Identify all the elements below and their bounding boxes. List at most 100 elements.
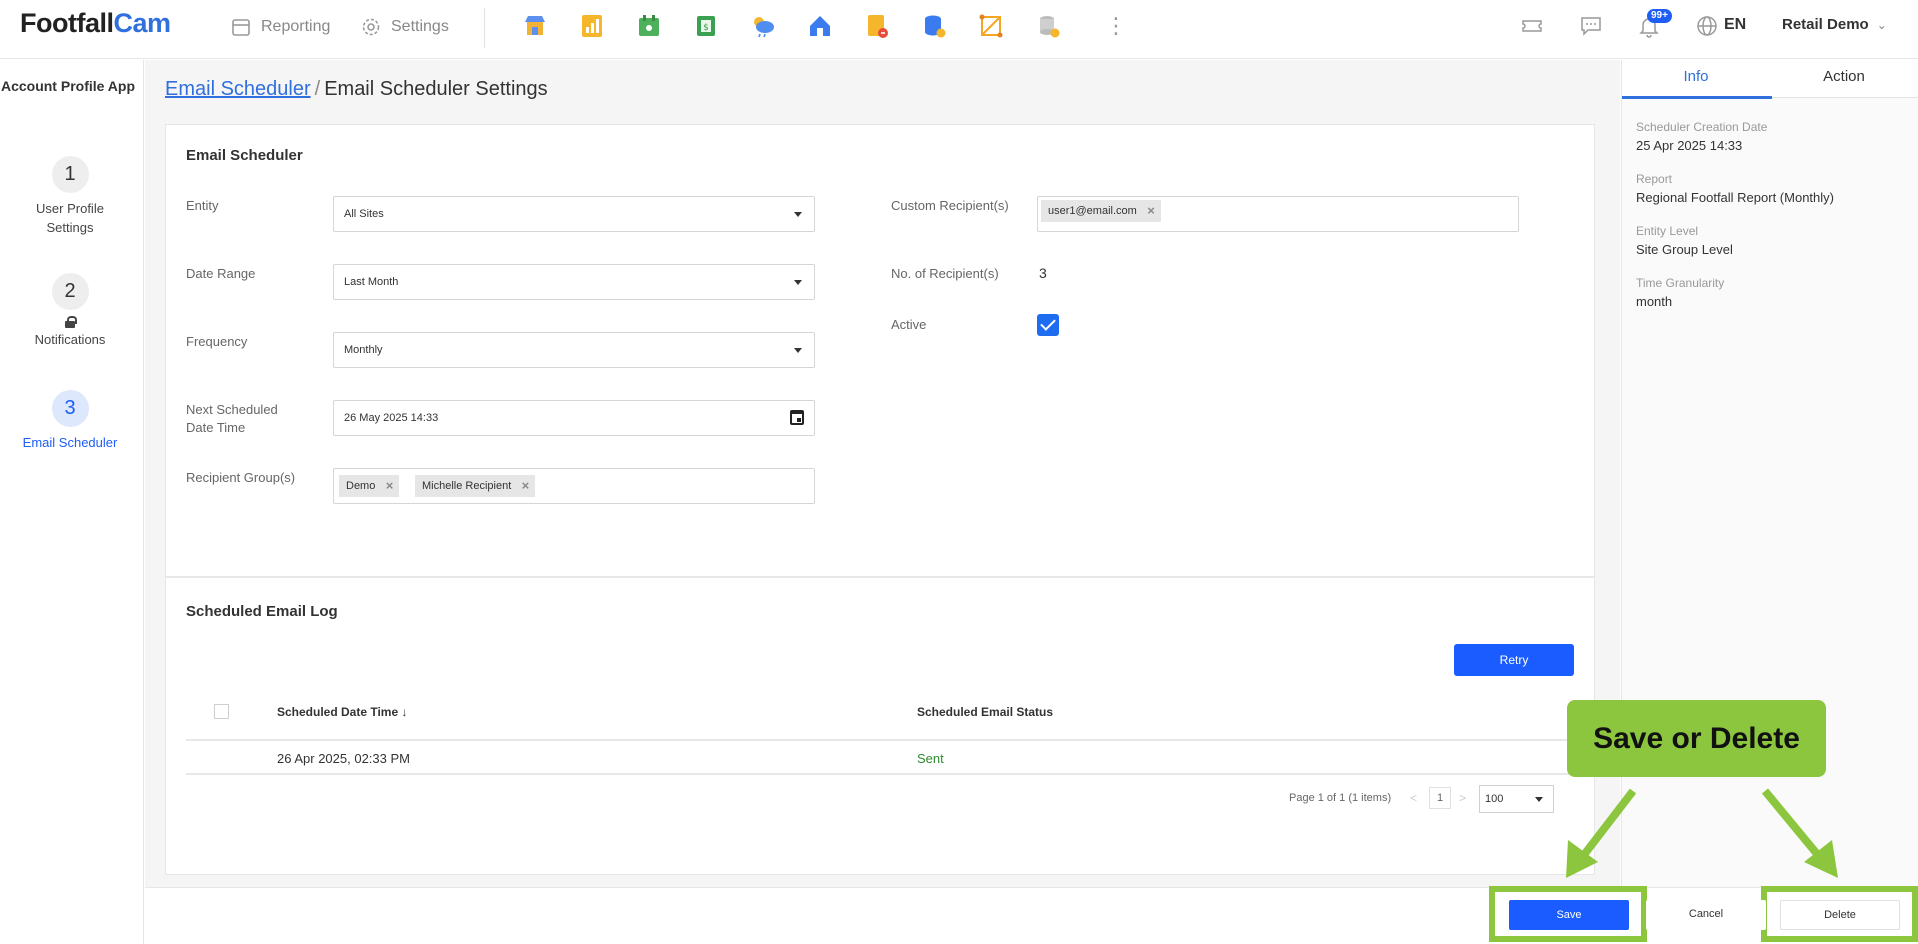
entity-select[interactable]: All Sites (333, 196, 815, 232)
footfallcam-logo[interactable]: FootfallCam (20, 8, 171, 39)
date-range-select[interactable]: Last Month (333, 264, 815, 300)
email-scheduler-section: Email Scheduler Entity All Sites Date Ra… (166, 125, 1594, 578)
retry-button[interactable]: Retry (1454, 644, 1574, 676)
row-scheduled-datetime: 26 Apr 2025, 02:33 PM (277, 751, 410, 766)
chat-icon[interactable] (1579, 14, 1603, 38)
section-title: Email Scheduler (186, 147, 303, 164)
dropdown-caret-icon (1535, 797, 1543, 802)
entity-label: Entity (186, 198, 219, 213)
next-scheduled-datetime-input[interactable]: 26 May 2025 14:33 (333, 400, 815, 436)
notification-badge: 99+ (1647, 9, 1672, 23)
app-shortcuts: $ (522, 13, 1061, 39)
pager-summary: Page 1 of 1 (1 items) (1289, 792, 1392, 804)
page-number-button[interactable]: 1 (1429, 787, 1451, 809)
language-selector[interactable]: EN (1724, 16, 1746, 34)
num-recipients-value: 3 (1039, 265, 1047, 281)
custom-recipient-tag: user1@email.com × (1041, 200, 1161, 222)
page-prev-button[interactable]: < (1410, 791, 1417, 805)
nav-reporting[interactable]: Reporting (230, 16, 330, 38)
nav-divider (484, 8, 485, 48)
row-email-status: Sent (917, 751, 944, 766)
select-all-checkbox[interactable] (214, 704, 229, 719)
tab-info[interactable]: Info (1622, 68, 1770, 85)
database-app-icon[interactable] (921, 13, 947, 39)
dropdown-caret-icon (794, 212, 802, 217)
page-title: Email Scheduler Settings (324, 78, 548, 100)
nav-settings[interactable]: Settings (360, 16, 449, 38)
dropdown-caret-icon (794, 348, 802, 353)
step-label: User Profile Settings (36, 201, 104, 235)
date-range-label: Date Range (186, 266, 256, 281)
delete-button[interactable]: Delete (1780, 900, 1900, 930)
ticket-icon[interactable] (1520, 14, 1544, 38)
top-bar: FootfallCam Reporting Settings $ ⋮ 99+ E… (0, 0, 1918, 59)
table-row-divider (186, 773, 1574, 775)
data-storage-app-icon[interactable] (1035, 13, 1061, 39)
cancel-button[interactable]: Cancel (1646, 900, 1766, 930)
calendar-icon[interactable] (790, 410, 804, 425)
recipient-groups-label: Recipient Group(s) (186, 470, 296, 485)
user-menu[interactable]: Retail Demo ⌄ (1782, 16, 1887, 33)
info-label: Entity Level (1636, 224, 1699, 238)
num-recipients-label: No. of Recipient(s) (891, 266, 999, 281)
globe-icon[interactable] (1695, 14, 1719, 38)
page-next-button[interactable]: > (1459, 791, 1466, 805)
breadcrumb: Email Scheduler / Email Scheduler Settings (165, 78, 548, 101)
recipient-group-tag: Michelle Recipient × (415, 475, 536, 497)
save-button[interactable]: Save (1509, 900, 1629, 930)
step-number: 1 (51, 156, 89, 193)
weather-app-icon[interactable] (750, 13, 776, 39)
step-user-profile-settings[interactable]: 1 User Profile Settings (0, 156, 140, 237)
log-section-title: Scheduled Email Log (186, 603, 338, 620)
sales-app-icon[interactable]: $ (693, 13, 719, 39)
calendar-icon (232, 19, 250, 36)
active-checkbox[interactable] (1037, 314, 1059, 336)
active-label: Active (891, 317, 927, 332)
analytics-app-icon[interactable] (579, 13, 605, 39)
scheduler-card: Email Scheduler Entity All Sites Date Ra… (165, 124, 1595, 875)
column-header-scheduled-datetime[interactable]: Scheduled Date Time ↓ (277, 705, 407, 719)
floorplan-app-icon[interactable] (978, 13, 1004, 39)
table-header-divider (186, 739, 1574, 741)
step-number: 2 (51, 273, 89, 310)
document-alert-app-icon[interactable] (864, 13, 890, 39)
info-label: Report (1636, 172, 1673, 186)
event-calendar-app-icon[interactable] (636, 13, 662, 39)
recipient-groups-input[interactable]: Demo × Michelle Recipient × (333, 468, 815, 504)
step-number: 3 (51, 390, 89, 427)
step-notifications[interactable]: 2 Notifications (0, 273, 140, 349)
custom-recipients-input[interactable]: user1@email.com × (1037, 196, 1519, 232)
sidebar-title: Account Profile App (0, 78, 136, 94)
home-app-icon[interactable] (807, 13, 833, 39)
page-size-select[interactable]: 100 (1479, 785, 1554, 813)
frequency-select[interactable]: Monthly (333, 332, 815, 368)
step-label: Email Scheduler (22, 435, 118, 450)
next-scheduled-label: Next Scheduled Date Time (186, 402, 278, 435)
main-content: Email Scheduler / Email Scheduler Settings… (145, 60, 1620, 887)
info-tabs: Info Action (1622, 60, 1918, 99)
recipient-group-tag: Demo × (339, 475, 400, 497)
store-app-icon[interactable] (522, 13, 548, 39)
step-email-scheduler[interactable]: 3 Email Scheduler (0, 390, 140, 452)
remove-tag-icon[interactable]: × (386, 475, 394, 497)
column-header-email-status[interactable]: Scheduled Email Status (917, 705, 1053, 719)
info-value: Site Group Level (1636, 242, 1733, 257)
lock-icon (65, 316, 77, 328)
more-apps-icon[interactable]: ⋮ (1105, 14, 1127, 38)
gear-icon (362, 18, 380, 36)
step-label: Notifications (34, 332, 106, 347)
breadcrumb-link-email-scheduler[interactable]: Email Scheduler (165, 78, 311, 100)
info-value: month (1636, 294, 1673, 309)
svg-text:$: $ (703, 23, 709, 33)
dropdown-caret-icon (794, 280, 802, 285)
frequency-label: Frequency (186, 334, 248, 349)
info-value: Regional Footfall Report (Monthly) (1636, 190, 1834, 205)
tab-action[interactable]: Action (1770, 68, 1918, 85)
breadcrumb-separator: / (314, 78, 321, 100)
remove-tag-icon[interactable]: × (522, 475, 530, 497)
remove-tag-icon[interactable]: × (1147, 200, 1155, 222)
active-tab-indicator (1622, 96, 1772, 99)
save-or-delete-callout: Save or Delete (1567, 700, 1826, 777)
custom-recipients-label: Custom Recipient(s) (891, 198, 1009, 213)
step-sidebar: Account Profile App 1 User Profile Setti… (0, 60, 144, 944)
